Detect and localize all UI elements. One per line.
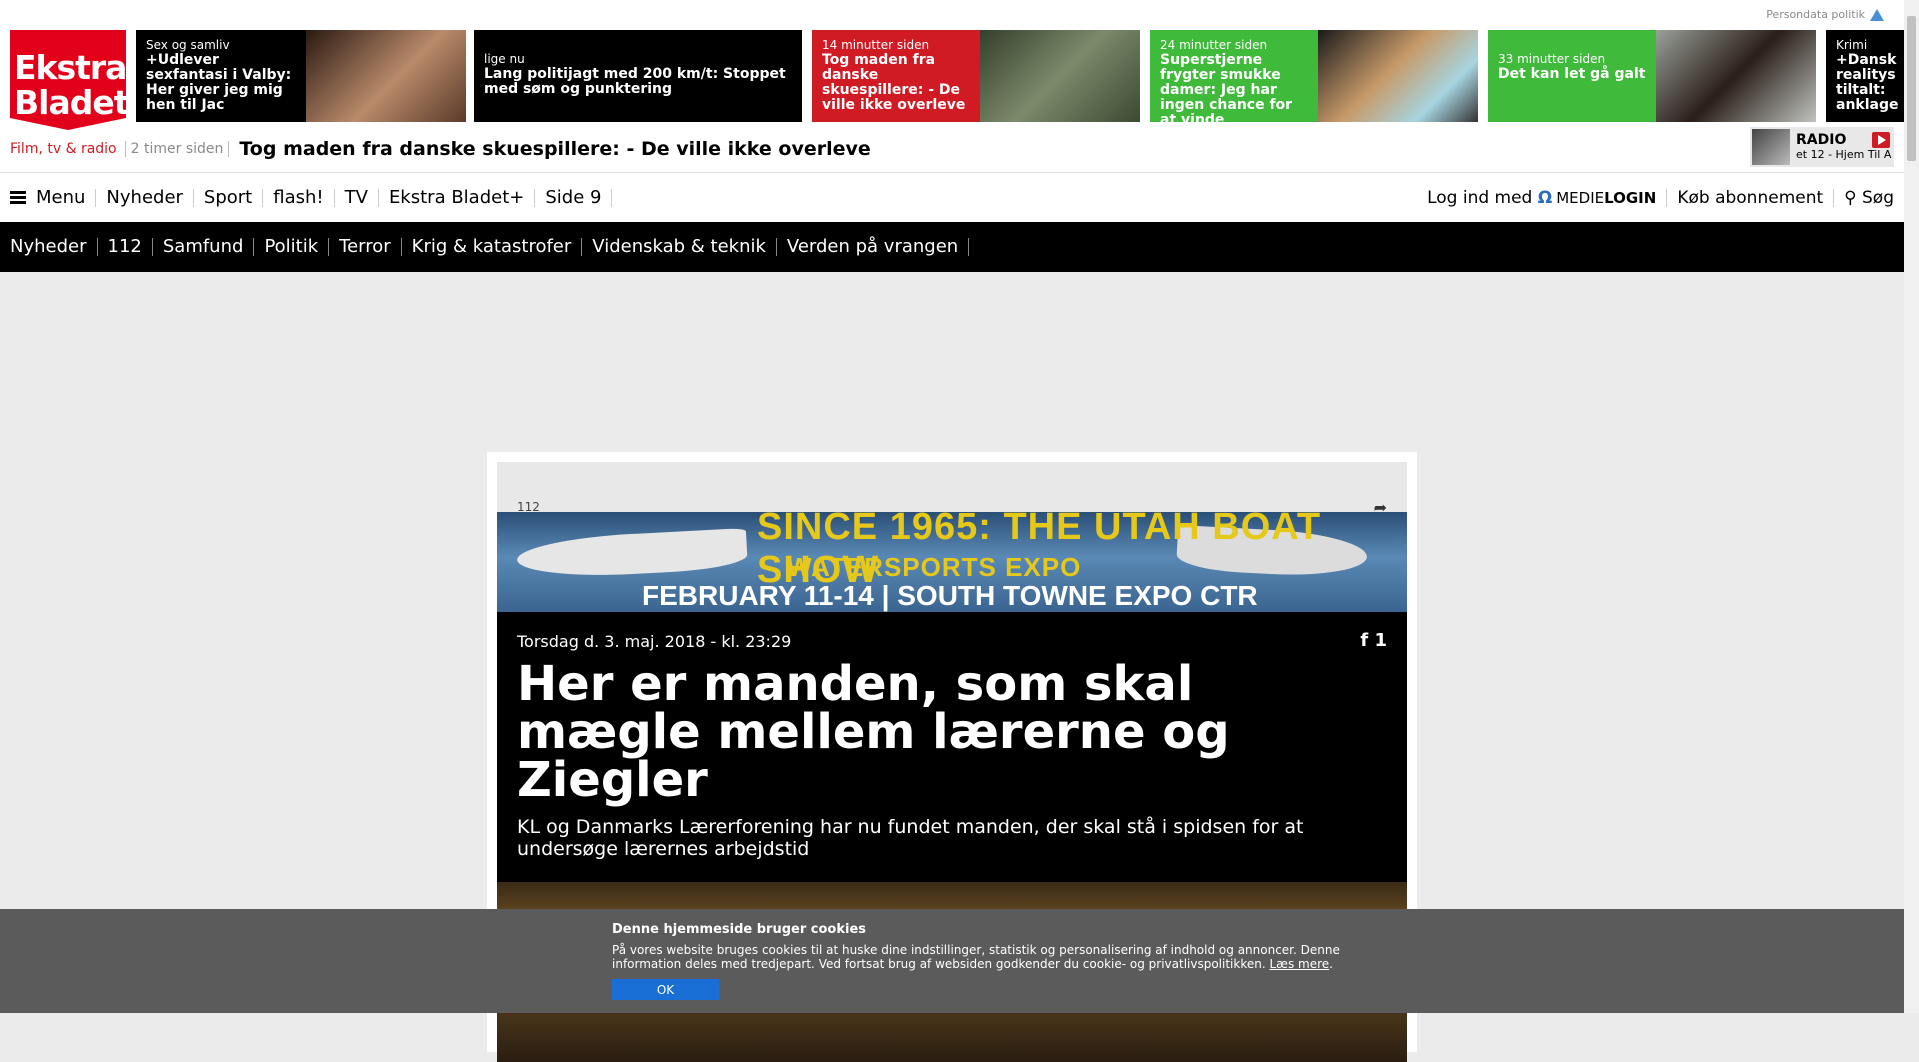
teaser-image <box>306 30 466 122</box>
article-dateline: Torsdag d. 3. maj. 2018 - kl. 23:29 <box>517 632 792 651</box>
subnav-item-terror[interactable]: Terror <box>329 238 402 256</box>
teaser-headline: +Udlever sexfantasi i Valby: Her giver j… <box>146 52 292 113</box>
medielogin-prefix: MEDIE <box>1556 189 1605 207</box>
breaking-ticker[interactable]: Film, tv & radio 2 timer siden Tog maden… <box>10 138 871 160</box>
teaser-section: Krimi <box>1836 38 1868 52</box>
teaser-card[interactable]: Krimi +Dansk realitys tiltalt: anklage <box>1826 30 1904 122</box>
menu-button[interactable]: Menu <box>0 186 97 208</box>
teaser-card[interactable]: 33 minutter siden Det kan let gå galt <box>1488 30 1816 122</box>
teaser-image <box>1318 30 1478 122</box>
main-navigation: Menu Nyheder Sport flash! TV Ekstra Blad… <box>0 172 1904 222</box>
section-subnavigation: Nyheder 112 Samfund Politik Terror Krig … <box>0 222 1904 272</box>
cookie-body: På vores website bruges cookies til at h… <box>612 943 1340 971</box>
search-label: Søg <box>1862 188 1894 208</box>
search-icon: ⚲ <box>1844 188 1857 208</box>
teaser-card[interactable]: lige nu Lang politijagt med 200 km/t: St… <box>474 30 802 122</box>
search-button[interactable]: ⚲ Søg <box>1834 189 1894 207</box>
teaser-card[interactable]: Sex og samliv +Udlever sexfantasi i Valb… <box>136 30 466 122</box>
persondata-link[interactable]: Persondata politik <box>1766 8 1884 21</box>
ticker-headline[interactable]: Tog maden fra danske skuespillere: - De … <box>239 138 870 160</box>
warning-icon <box>1870 8 1884 21</box>
medielogin-suffix: LOGIN <box>1604 189 1657 207</box>
logo-text-line1: Ekstra <box>14 48 127 87</box>
teaser-strip: Sex og samliv +Udlever sexfantasi i Valb… <box>136 30 1904 122</box>
nav-item-ekstra-bladet-plus[interactable]: Ekstra Bladet+ <box>379 188 536 207</box>
login-label: Log ind med <box>1427 188 1533 208</box>
article-headline: Her er manden, som skal mægle mellem lær… <box>517 656 1230 808</box>
medielogin-wordmark: MEDIELOGIN <box>1556 189 1656 207</box>
teaser-headline: Lang politijagt med 200 km/t: Stoppet me… <box>484 66 786 97</box>
radio-widget[interactable]: RADIO et 12 - Hjem Til A <box>1750 127 1894 167</box>
hamburger-icon <box>10 191 26 204</box>
menu-label: Menu <box>36 186 86 208</box>
banner-subtitle: WATERSPORTS EXPO <box>787 552 1082 582</box>
radio-subtitle: et 12 - Hjem Til A <box>1796 148 1892 161</box>
nav-item-nyheder[interactable]: Nyheder <box>96 188 194 207</box>
cookie-ok-button[interactable]: OK <box>612 979 719 1000</box>
teaser-headline: Det kan let gå galt <box>1498 66 1646 82</box>
cookie-banner: Denne hjemmeside bruger cookies På vores… <box>0 909 1904 1013</box>
logo-text-line2: Bladet <box>14 83 129 122</box>
subnav-item-videnskab-teknik[interactable]: Videnskab & teknik <box>582 238 777 256</box>
subnav-item-samfund[interactable]: Samfund <box>153 238 255 256</box>
teaser-headline: +Dansk realitys tiltalt: anklage <box>1836 52 1899 113</box>
teaser-headline: Tog maden fra danske skuespillere: - De … <box>822 52 966 113</box>
teaser-section: lige nu <box>484 52 525 66</box>
subnav-item-nyheder[interactable]: Nyheder <box>0 238 98 256</box>
vertical-scrollbar[interactable] <box>1904 0 1919 1013</box>
ticker-timestamp: 2 timer siden <box>124 141 230 157</box>
nav-item-tv[interactable]: TV <box>335 188 379 207</box>
facebook-icon: f <box>1360 630 1369 651</box>
nav-right-group: Log ind med Ω MEDIELOGIN Køb abonnement ⚲… <box>1417 173 1894 223</box>
teaser-card[interactable]: 14 minutter siden Tog maden fra danske s… <box>812 30 1140 122</box>
ad-banner[interactable]: SINCE 1965: THE UTAH BOAT SHOW WATERSPOR… <box>497 512 1407 612</box>
login-button[interactable]: Log ind med Ω MEDIELOGIN <box>1417 188 1668 208</box>
boat-image <box>516 528 748 580</box>
facebook-share-count: 1 <box>1374 630 1387 651</box>
teaser-card[interactable]: 24 minutter siden Superstjerne frygter s… <box>1150 30 1478 122</box>
article-lede: KL og Danmarks Lærerforening har nu fund… <box>517 816 1304 860</box>
ticker-category[interactable]: Film, tv & radio <box>10 141 117 157</box>
subscribe-button[interactable]: Køb abonnement <box>1667 189 1835 207</box>
nav-item-flash[interactable]: flash! <box>263 188 335 207</box>
top-teaser-bar: Persondata politik Ekstra Bladet Sex og … <box>0 0 1904 172</box>
nav-item-side-9[interactable]: Side 9 <box>535 188 613 207</box>
teaser-image <box>1656 30 1816 122</box>
teaser-headline: Superstjerne frygter smukke damer: Jeg h… <box>1160 52 1293 123</box>
teaser-section: Sex og samliv <box>146 38 230 52</box>
teaser-section: 24 minutter siden <box>1160 38 1268 52</box>
banner-date-venue: FEBRUARY 11-14 | SOUTH TOWNE EXPO CTR <box>642 580 1258 611</box>
teaser-section: 14 minutter siden <box>822 38 930 52</box>
subnav-item-krig-katastrofer[interactable]: Krig & katastrofer <box>402 238 583 256</box>
facebook-share[interactable]: f 1 <box>1360 630 1387 651</box>
subnav-item-verden-paa-vrangen[interactable]: Verden på vrangen <box>777 238 970 256</box>
ekstra-bladet-logo[interactable]: Ekstra Bladet <box>10 30 126 130</box>
persondata-label[interactable]: Persondata politik <box>1766 8 1865 21</box>
subnav-item-politik[interactable]: Politik <box>254 238 330 256</box>
play-icon[interactable] <box>1872 132 1890 148</box>
cookie-title: Denne hjemmeside bruger cookies <box>612 922 866 937</box>
nav-item-sport[interactable]: Sport <box>194 188 264 207</box>
radio-thumbnail <box>1752 129 1790 165</box>
ad-placeholder <box>0 272 1904 452</box>
teaser-image <box>980 30 1140 122</box>
medielogin-icon: Ω <box>1537 188 1553 208</box>
cookie-body-wrap: På vores website bruges cookies til at h… <box>612 943 1340 971</box>
teaser-section: 33 minutter siden <box>1498 52 1606 66</box>
scrollbar-thumb[interactable] <box>1907 16 1916 161</box>
subnav-item-112[interactable]: 112 <box>98 238 153 256</box>
cookie-read-more-link[interactable]: Læs mere <box>1269 957 1329 971</box>
